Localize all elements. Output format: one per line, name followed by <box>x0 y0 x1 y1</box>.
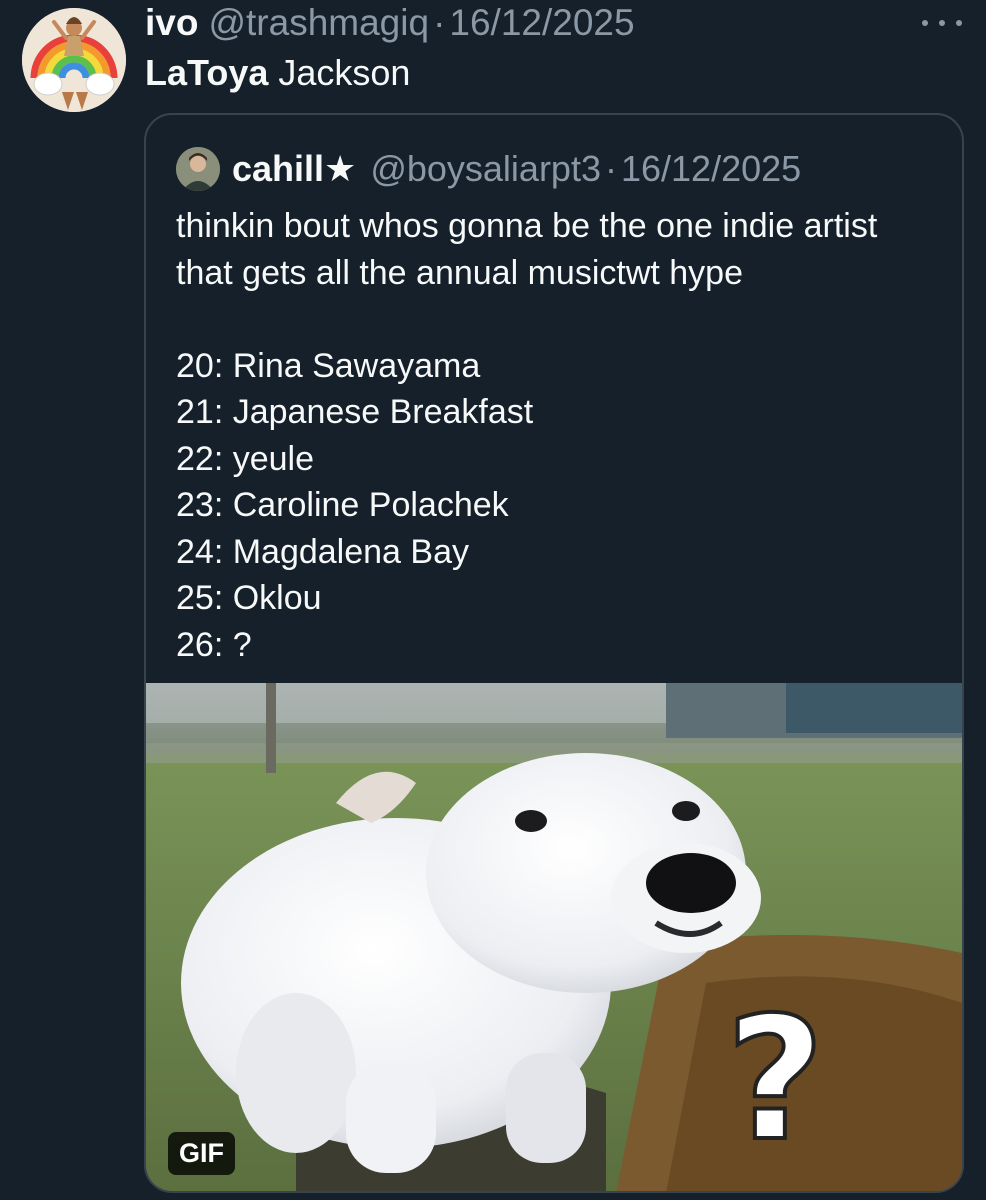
author-display-name[interactable]: ivo <box>145 2 198 44</box>
person-avatar-icon <box>176 147 220 191</box>
list-item: 21: Japanese Breakfast <box>176 393 534 431</box>
more-horizontal-icon[interactable] <box>922 8 962 38</box>
quoted-tweet-header: cahill★ @boysaliarpt3 · 16/12/2025 <box>232 145 801 193</box>
quoted-separator: · <box>604 148 617 189</box>
gif-badge[interactable]: GIF <box>168 1132 235 1175</box>
list-item: 26: ? <box>176 625 252 664</box>
header-separator: · <box>433 2 446 43</box>
list-item: 24: Magdalena Bay <box>176 532 469 571</box>
quoted-date[interactable]: 16/12/2025 <box>621 148 801 190</box>
tweet-text: LaToya Jackson <box>145 50 410 96</box>
confused-dog-gif-image: ? <box>146 683 962 1191</box>
tweet-date[interactable]: 16/12/2025 <box>449 2 634 44</box>
list-item: 23: Caroline Polachek <box>176 486 509 524</box>
quoted-text-line: that gets all the annual musictwt hype <box>176 253 743 292</box>
tweet-header: ivo @trashmagiq · 16/12/2025 <box>145 0 635 46</box>
svg-text:?: ? <box>726 981 825 1179</box>
tweet-text-rest: Jackson <box>278 52 411 93</box>
tweet-text-bold: LaToya <box>145 52 269 93</box>
quoted-display-name[interactable]: cahill★ <box>232 148 356 190</box>
quoted-handle[interactable]: @boysaliarpt3 <box>370 148 601 190</box>
quoted-text-line: thinkin bout whos gonna be the one indie… <box>176 207 878 245</box>
rainbow-avatar-icon <box>22 8 126 112</box>
quoted-tweet-text: thinkin bout whos gonna be the one indie… <box>176 203 946 668</box>
list-item: 25: Oklou <box>176 579 322 617</box>
list-item: 20: Rina Sawayama <box>176 346 481 385</box>
quoted-author-avatar[interactable] <box>176 147 220 191</box>
quoted-tweet-card[interactable]: cahill★ @boysaliarpt3 · 16/12/2025 think… <box>144 113 964 1193</box>
author-handle[interactable]: @trashmagiq <box>208 2 429 44</box>
author-avatar[interactable] <box>22 8 126 112</box>
gif-media[interactable]: ? GIF <box>146 683 962 1191</box>
list-item: 22: yeule <box>176 439 314 478</box>
